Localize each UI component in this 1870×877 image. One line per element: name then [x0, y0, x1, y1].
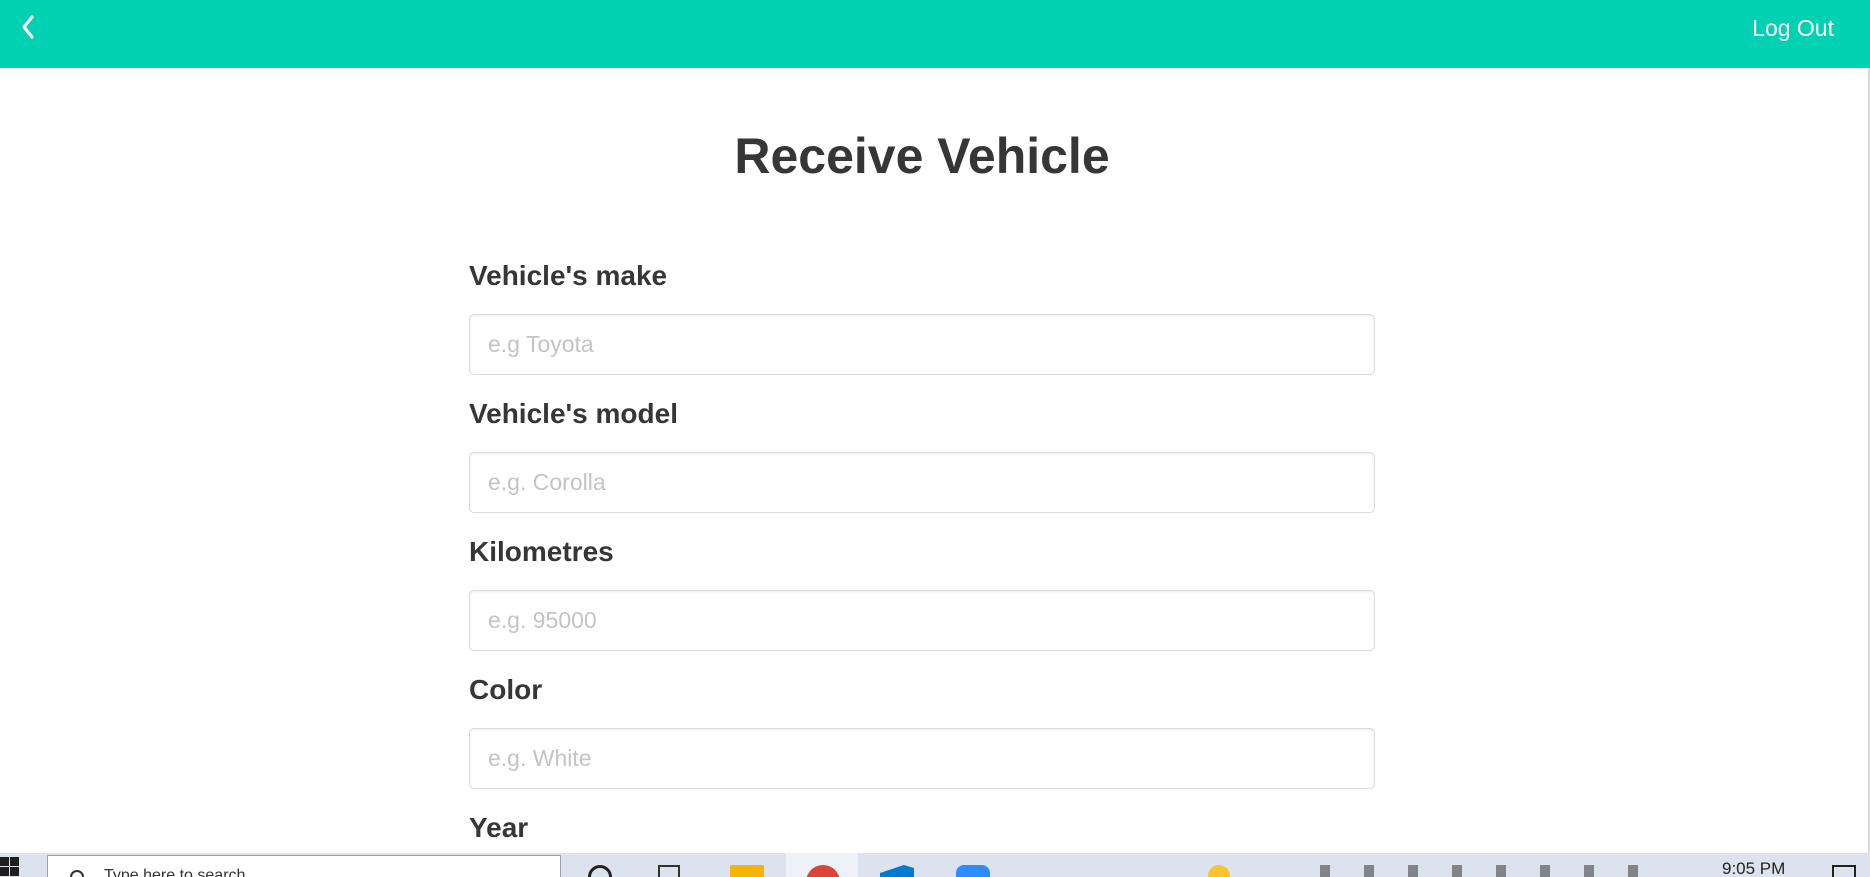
file-explorer-icon[interactable] [730, 865, 764, 877]
model-input[interactable] [469, 452, 1375, 513]
chevron-left-icon [22, 15, 34, 39]
kilometres-label: Kilometres [469, 536, 614, 567]
taskbar-search-box[interactable]: Type here to search [47, 855, 561, 877]
app-header: Log Out [0, 0, 1870, 68]
year-field-group: Year [469, 807, 1375, 851]
notification-icon[interactable] [1832, 865, 1856, 877]
vscode-icon[interactable] [880, 865, 914, 877]
color-input[interactable] [469, 728, 1375, 789]
cortana-icon[interactable] [588, 865, 612, 877]
year-label: Year [469, 812, 529, 843]
model-field-group: Vehicle's model [469, 393, 1375, 531]
color-field-group: Color [469, 669, 1375, 807]
taskbar-search-text: Type here to search [104, 867, 246, 877]
page-title: Receive Vehicle [734, 128, 1110, 184]
receive-vehicle-form: Vehicle's make Vehicle's model Kilometre… [469, 255, 1375, 851]
kilometres-field-group: Kilometres [469, 531, 1375, 669]
zoom-icon[interactable] [956, 865, 990, 877]
search-icon [70, 870, 84, 877]
make-label: Vehicle's make [469, 260, 668, 291]
task-view-icon[interactable] [658, 865, 680, 877]
make-field-group: Vehicle's make [469, 255, 1375, 393]
logout-button[interactable]: Log Out [1752, 14, 1834, 42]
model-label: Vehicle's model [469, 398, 678, 429]
kilometres-input[interactable] [469, 590, 1375, 651]
taskbar-clock[interactable]: 9:05 PM [1722, 859, 1785, 877]
make-input[interactable] [469, 314, 1375, 375]
windows-start-icon[interactable] [0, 857, 20, 877]
back-button[interactable] [14, 12, 42, 42]
weather-icon[interactable] [1208, 865, 1230, 877]
windows-taskbar: Type here to search 9:05 PM [0, 853, 1870, 877]
system-tray-icons[interactable] [1320, 865, 1670, 877]
color-label: Color [469, 674, 543, 705]
